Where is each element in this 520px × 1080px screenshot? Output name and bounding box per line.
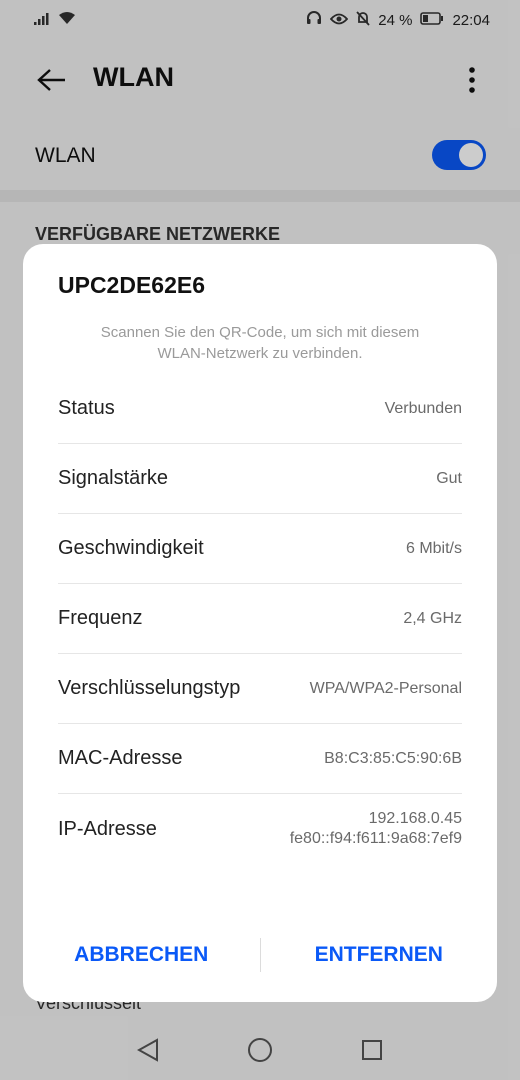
remove-network-button[interactable]: ENTFERNEN [261,943,498,967]
detail-value: WPA/WPA2-Personal [309,679,462,697]
qr-hint-text: Scannen Sie den QR-Code, um sich mit die… [58,322,462,364]
detail-label: Verschlüsselungstyp [58,677,241,699]
details-list: Status Verbunden Signalstärke Gut Geschw… [58,374,462,864]
detail-label: MAC-Adresse [58,747,183,769]
detail-row-ip: IP-Adresse 192.168.0.45 fe80::f94:f611:9… [58,794,462,864]
detail-row-mac: MAC-Adresse B8:C3:85:C5:90:6B [58,724,462,794]
detail-row-speed: Geschwindigkeit 6 Mbit/s [58,514,462,584]
detail-row-signal: Signalstärke Gut [58,444,462,514]
detail-label: Geschwindigkeit [58,537,204,559]
detail-value: Gut [436,469,462,487]
ipv6-address: fe80::f94:f611:9a68:7ef9 [289,830,462,847]
detail-label: Frequenz [58,607,143,629]
detail-label: Signalstärke [58,467,169,489]
ip-address-values: 192.168.0.45 fe80::f94:f611:9a68:7ef9 [290,809,462,849]
detail-value: 2,4 GHz [403,609,462,627]
detail-row-frequency: Frequenz 2,4 GHz [58,584,462,654]
detail-label: Status [58,397,115,419]
cancel-button[interactable]: ABBRECHEN [23,943,260,967]
qr-hint-line-2: WLAN-Netzwerk zu verbinden. [157,345,363,362]
qr-hint-line-1: Scannen Sie den QR-Code, um sich mit die… [100,324,420,341]
detail-label: IP-Adresse [58,817,157,840]
network-details-dialog: UPC2DE62E6 Scannen Sie den QR-Code, um s… [23,244,497,1002]
detail-row-status: Status Verbunden [58,374,462,444]
detail-value: Verbunden [384,399,462,417]
detail-value: 6 Mbit/s [405,539,462,557]
detail-value: B8:C3:85:C5:90:6B [324,749,462,767]
dialog-actions: ABBRECHEN ENTFERNEN [23,930,497,980]
ipv4-address: 192.168.0.45 [368,810,462,827]
network-name: UPC2DE62E6 [58,272,206,298]
detail-row-encryption: Verschlüsselungstyp WPA/WPA2-Personal [58,654,462,724]
